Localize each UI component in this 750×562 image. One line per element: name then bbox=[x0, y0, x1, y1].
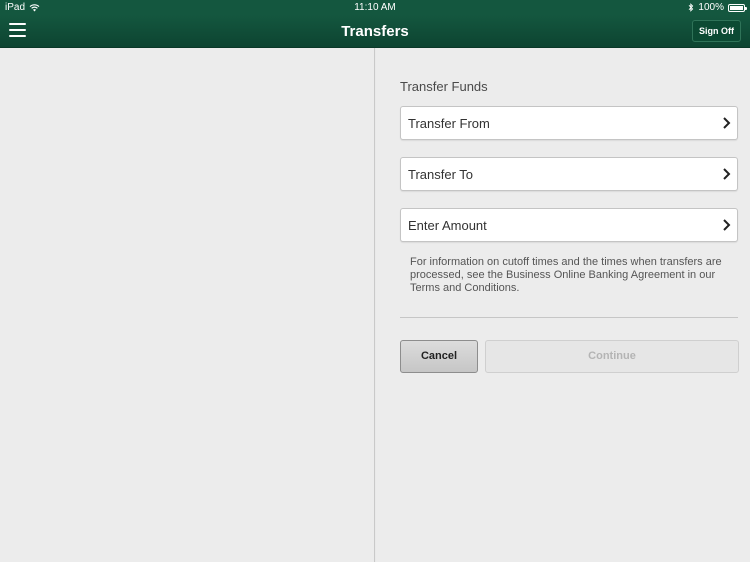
chevron-right-icon bbox=[723, 117, 731, 129]
status-bar: iPad 11:10 AM 100% bbox=[0, 0, 750, 15]
battery-percent: 100% bbox=[698, 2, 724, 13]
enter-amount-label: Enter Amount bbox=[408, 218, 487, 233]
left-pane bbox=[0, 48, 375, 562]
transfer-to-field[interactable]: Transfer To bbox=[400, 157, 738, 191]
transfer-to-label: Transfer To bbox=[408, 167, 474, 182]
section-title: Transfer Funds bbox=[400, 79, 488, 94]
continue-button[interactable]: Continue bbox=[485, 340, 739, 373]
page-title: Transfers bbox=[341, 23, 409, 40]
enter-amount-field[interactable]: Enter Amount bbox=[400, 208, 738, 242]
bluetooth-icon bbox=[689, 3, 694, 12]
cancel-button[interactable]: Cancel bbox=[400, 340, 478, 373]
status-time: 11:10 AM bbox=[354, 2, 396, 13]
chevron-right-icon bbox=[723, 219, 731, 231]
battery-icon bbox=[728, 3, 747, 12]
chevron-right-icon bbox=[723, 168, 731, 180]
transfer-form-pane: Transfer Funds Transfer From Transfer To… bbox=[376, 48, 750, 562]
transfer-from-label: Transfer From bbox=[408, 116, 490, 131]
cutoff-info-text: For information on cutoff times and the … bbox=[410, 256, 722, 294]
transfer-from-field[interactable]: Transfer From bbox=[400, 106, 738, 140]
nav-bar: Transfers Sign Off bbox=[0, 15, 750, 48]
divider bbox=[400, 317, 738, 318]
status-right: 100% bbox=[688, 2, 747, 13]
sign-off-button[interactable]: Sign Off bbox=[692, 20, 741, 42]
